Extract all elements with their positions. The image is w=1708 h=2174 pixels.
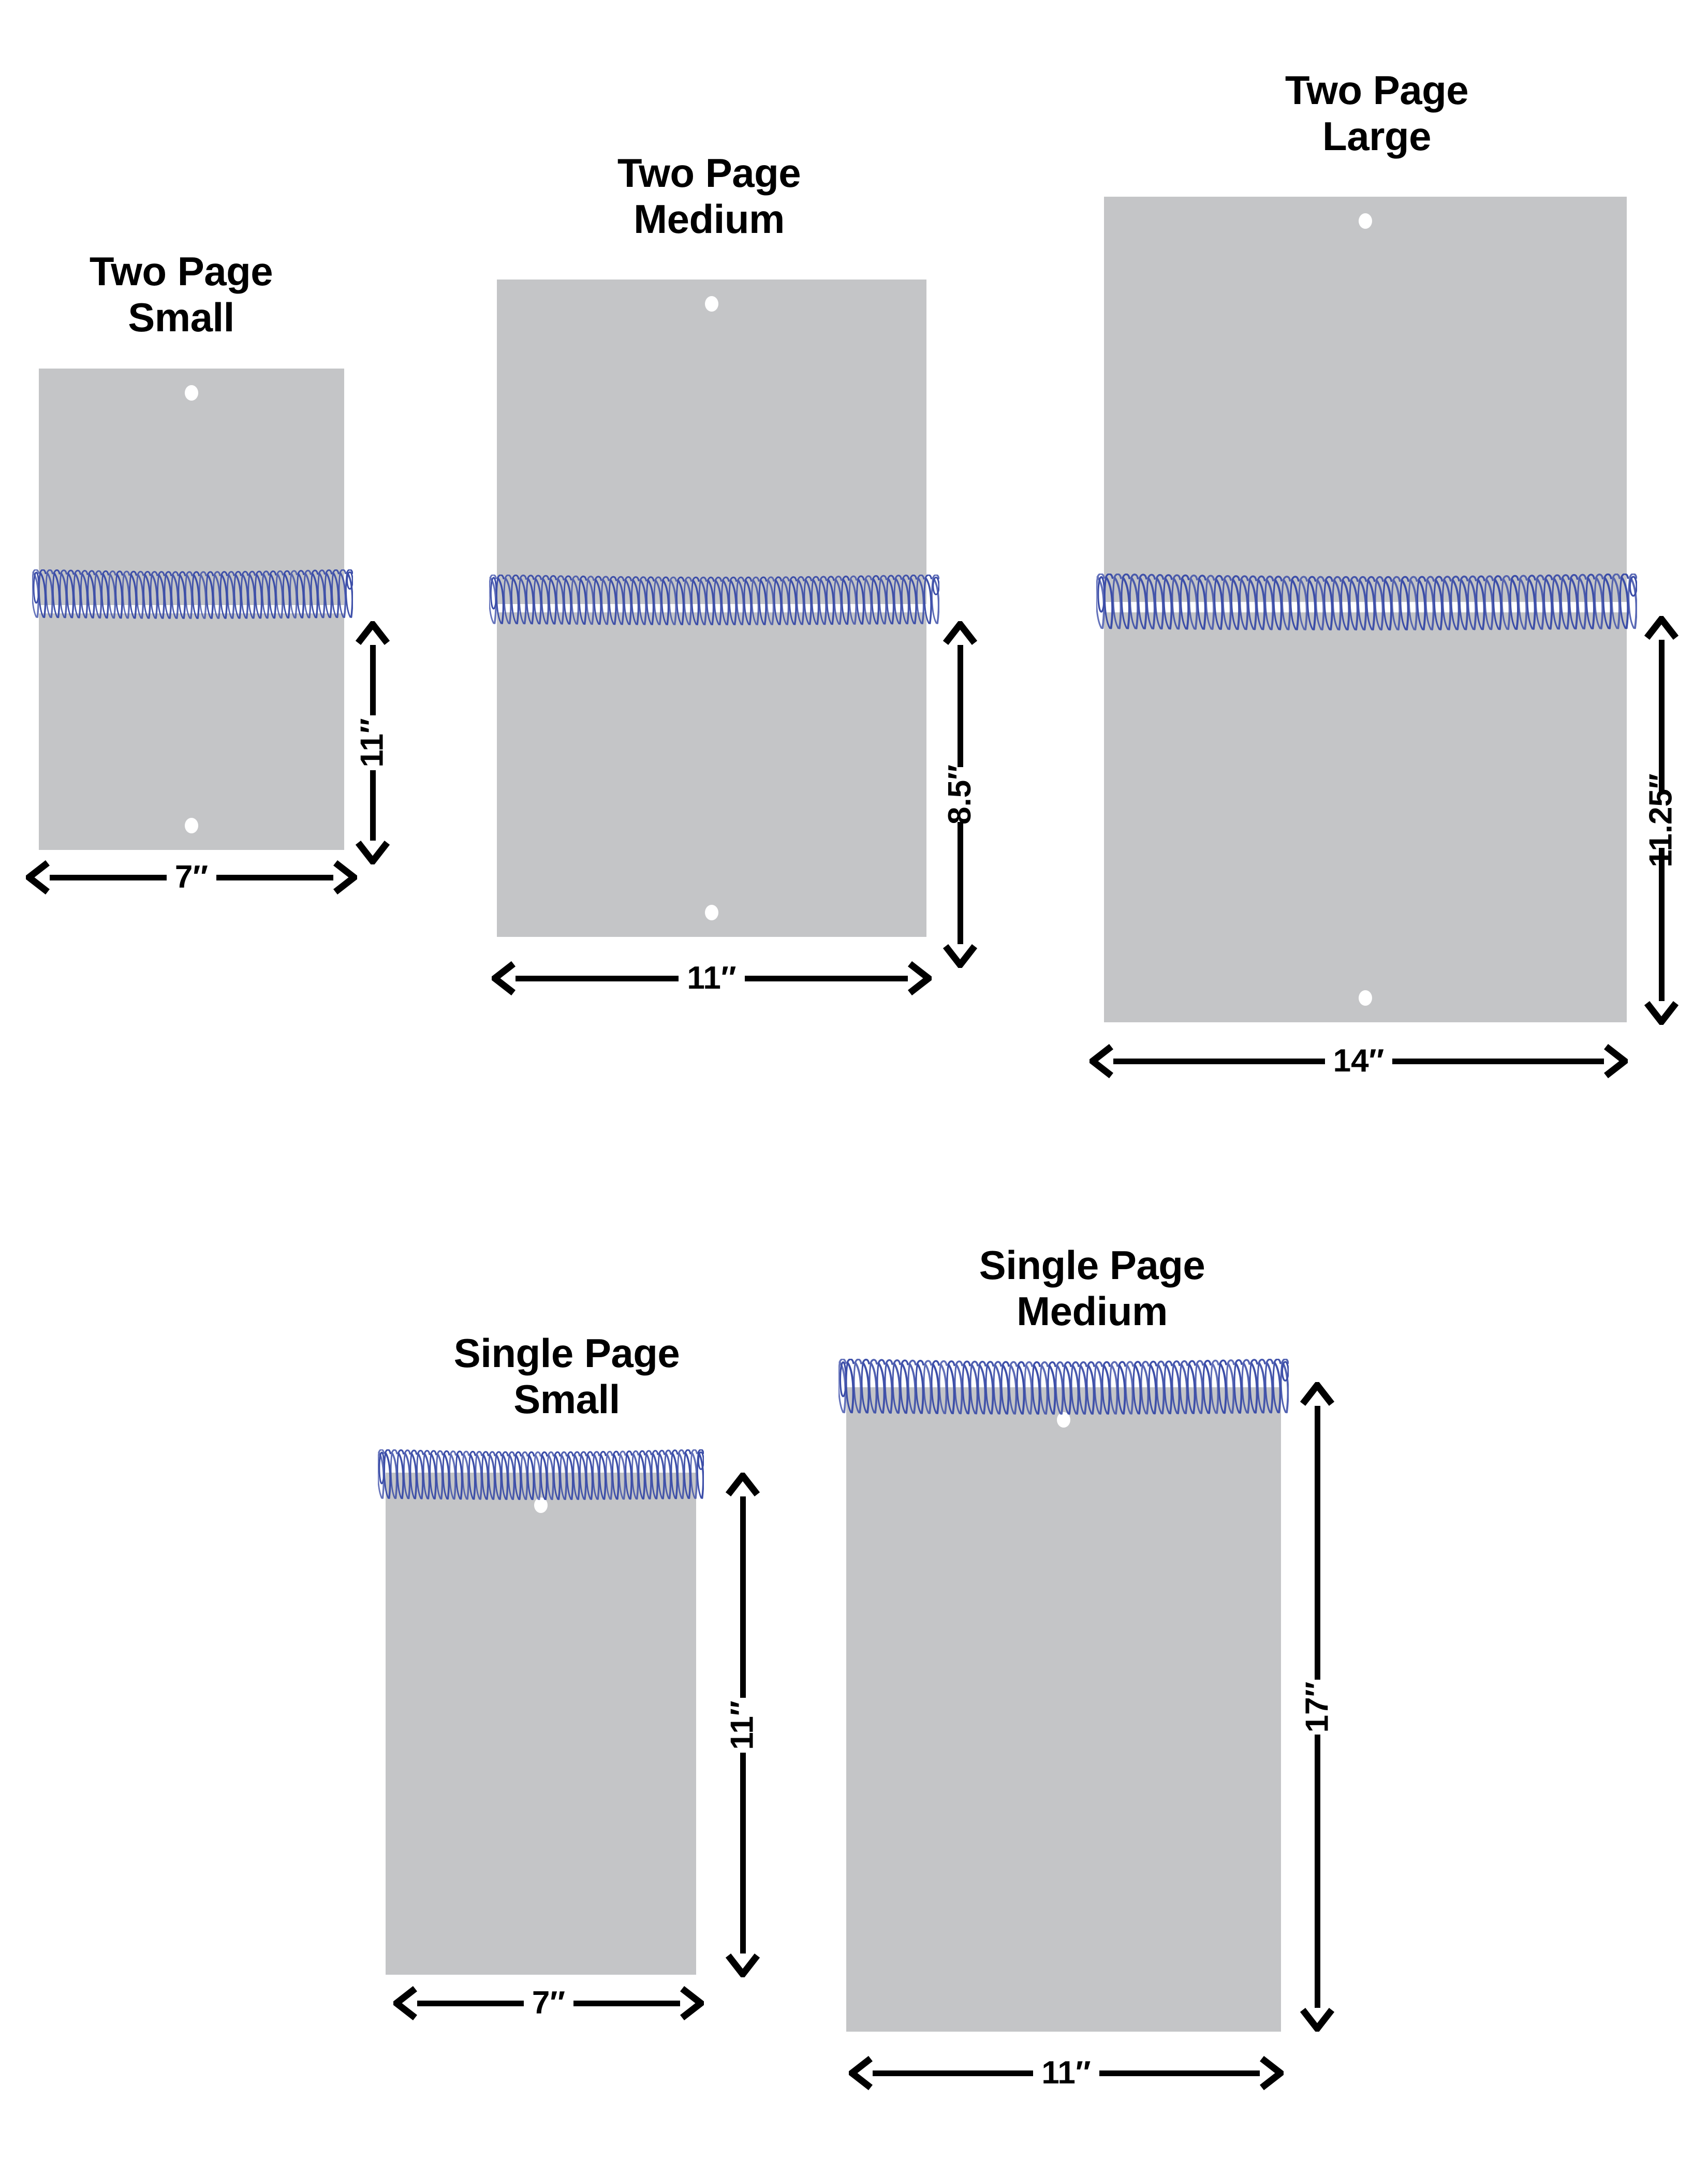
calendar-panel-two-page-large (1104, 197, 1627, 1022)
dimension-width-label: 7″ (174, 859, 209, 895)
dimension-height-label: 11″ (355, 718, 390, 768)
page-fold-gap (497, 604, 926, 612)
punch-hole-top (1359, 213, 1372, 229)
arrow-right-icon (1604, 1044, 1628, 1079)
arrow-right-icon (680, 1986, 704, 2021)
dimension-rule (516, 975, 679, 981)
dimension-width-label: 14″ (1333, 1043, 1385, 1079)
dimension-height-label: 8.5″ (941, 765, 978, 825)
page-fold-gap (39, 605, 344, 613)
arrow-up-icon (355, 621, 390, 645)
arrow-up-icon (1644, 616, 1679, 640)
dimension-width-single-page-small: 7″ (393, 1972, 704, 2034)
dimension-rule (1314, 1734, 1320, 2008)
arrow-down-icon (1300, 2008, 1335, 2032)
dimension-rule (417, 2000, 524, 2006)
dimension-rule (957, 822, 963, 944)
arrow-left-icon (492, 961, 516, 996)
dimension-rule (573, 2000, 680, 2006)
dimension-rule (740, 1752, 746, 1953)
dimension-height-two-page-small: 11″ (342, 621, 404, 864)
dimension-rule (873, 2070, 1034, 2076)
dimension-height-label: 11″ (725, 1700, 760, 1750)
dimension-width-label: 11″ (1041, 2055, 1091, 2091)
arrow-down-icon (1644, 1001, 1679, 1025)
arrow-up-icon (1300, 1382, 1335, 1406)
punch-hole-bottom (1359, 990, 1372, 1006)
dimension-height-two-page-large: 11.25″ (1625, 616, 1698, 1025)
punch-hole-top (185, 385, 198, 401)
punch-hole-top (1057, 1412, 1070, 1428)
arrow-left-icon (393, 1986, 417, 2021)
dimension-width-two-page-large: 14″ (1089, 1030, 1628, 1092)
punch-hole-bottom (185, 818, 198, 833)
dimension-rule (216, 874, 333, 880)
dimension-width-single-page-medium: 11″ (849, 2042, 1284, 2104)
dimension-rule (1658, 848, 1665, 1001)
arrow-left-icon (1089, 1044, 1113, 1079)
page-fold-gap (1104, 602, 1627, 612)
dimension-rule (744, 975, 908, 981)
arrow-left-icon (26, 860, 50, 895)
dimension-rule (1314, 1406, 1320, 1680)
arrow-right-icon (333, 860, 357, 895)
dimension-height-two-page-medium: 8.5″ (926, 621, 994, 968)
dimension-height-single-page-medium: 17″ (1281, 1382, 1353, 2032)
arrow-down-icon (943, 944, 978, 968)
dimension-width-label: 7″ (532, 1985, 566, 2021)
dimension-width-label: 11″ (687, 960, 737, 996)
product-title-two-page-small: Two Page Small (89, 248, 273, 340)
punch-hole-top (705, 296, 718, 312)
product-title-two-page-large: Two Page Large (1285, 67, 1469, 159)
arrow-up-icon (943, 621, 978, 645)
dimension-rule (957, 645, 963, 767)
calendar-panel-two-page-medium (497, 280, 926, 937)
calendar-panel-single-page-small (386, 1473, 696, 1975)
dimension-height-label: 11.25″ (1643, 773, 1679, 868)
calendar-panel-single-page-medium (846, 1387, 1281, 2032)
punch-hole-bottom (705, 905, 718, 920)
arrow-right-icon (908, 961, 932, 996)
product-title-single-page-small: Single Page Small (453, 1330, 680, 1422)
arrow-left-icon (849, 2055, 873, 2091)
arrow-down-icon (725, 1953, 760, 1977)
dimension-height-label: 17″ (1299, 1681, 1335, 1732)
product-title-single-page-medium: Single Page Medium (979, 1242, 1205, 1334)
product-title-two-page-medium: Two Page Medium (617, 150, 801, 242)
arrow-right-icon (1260, 2055, 1284, 2091)
punch-hole-top (534, 1497, 548, 1513)
calendar-panel-two-page-small (39, 369, 344, 850)
dimension-rule (1113, 1058, 1325, 1064)
dimension-rule (50, 874, 167, 880)
arrow-down-icon (355, 841, 390, 864)
dimension-rule (1392, 1058, 1604, 1064)
dimension-width-two-page-small: 7″ (26, 849, 357, 906)
dimension-width-two-page-medium: 11″ (492, 947, 932, 1009)
dimension-rule (740, 1496, 746, 1698)
dimension-rule (370, 645, 376, 715)
dimension-rule (1099, 2070, 1260, 2076)
arrow-up-icon (725, 1473, 760, 1496)
dimension-rule (370, 770, 376, 841)
dimension-rule (1658, 640, 1665, 793)
dimension-height-single-page-small: 11″ (709, 1473, 776, 1977)
